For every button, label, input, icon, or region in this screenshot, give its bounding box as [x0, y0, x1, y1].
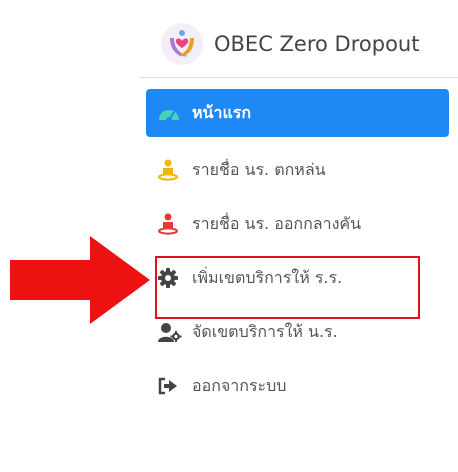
- student-icon-yellow: [158, 159, 184, 181]
- user-gear-icon: [158, 321, 184, 343]
- nav-item-home[interactable]: หน้าแรก: [146, 89, 449, 137]
- divider: [140, 77, 458, 78]
- nav-item-logout[interactable]: ออกจากระบบ: [146, 359, 449, 413]
- logo-icon: [160, 22, 204, 66]
- nav-item-leaver-list[interactable]: รายชื่อ นร. ออกกลางคัน: [146, 197, 449, 251]
- nav-item-label: รายชื่อ นร. ออกกลางคัน: [192, 213, 362, 233]
- red-arrow-icon: [10, 236, 150, 328]
- student-icon-red: [158, 213, 184, 235]
- nav-item-label: รายชื่อ นร. ตกหล่น: [192, 159, 326, 179]
- sidebar-nav: หน้าแรก รายชื่อ นร. ตกหล่น รายชื่อ นร. อ…: [146, 89, 449, 413]
- brand[interactable]: OBEC Zero Dropout: [160, 20, 419, 68]
- nav-item-label: ออกจากระบบ: [192, 375, 287, 395]
- app-title: OBEC Zero Dropout: [214, 32, 420, 56]
- dashboard-icon: [158, 102, 184, 124]
- nav-item-dropout-list[interactable]: รายชื่อ นร. ตกหล่น: [146, 143, 449, 197]
- nav-item-label: จัดเขตบริการให้ น.ร.: [192, 321, 338, 341]
- nav-item-label: หน้าแรก: [192, 102, 252, 122]
- highlight-box: [155, 256, 420, 319]
- sign-out-icon: [158, 375, 184, 397]
